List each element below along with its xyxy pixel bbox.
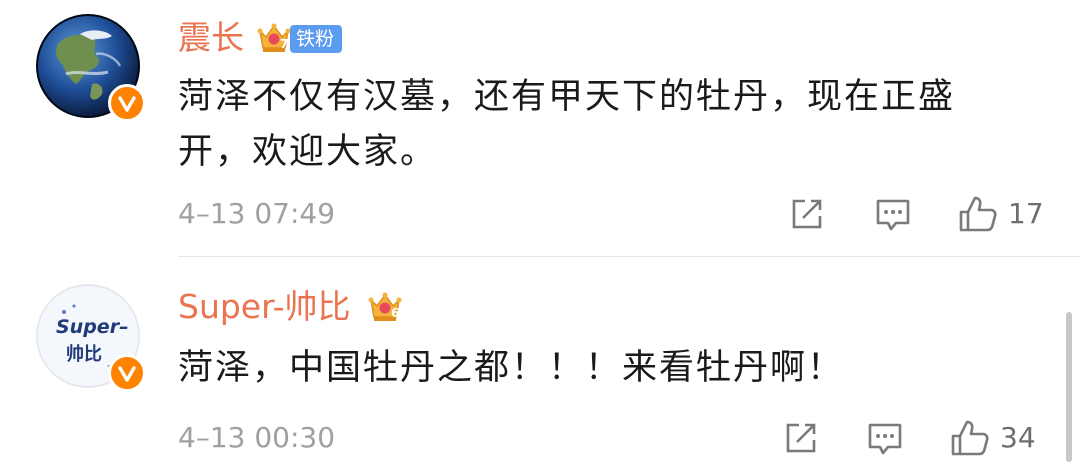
username[interactable]: 震长	[178, 18, 244, 58]
timestamp: 4–13 00:30	[178, 421, 336, 454]
share-icon	[786, 423, 816, 453]
crown-level-icon: 7	[256, 21, 292, 59]
crown-level: 6	[391, 306, 400, 320]
like-count: 34	[1000, 421, 1036, 454]
username[interactable]: Super-帅比	[178, 287, 350, 327]
like-button[interactable]: 34	[950, 419, 1036, 457]
like-button[interactable]: 17	[958, 195, 1044, 233]
crown-level-icon: 6	[367, 290, 403, 328]
reply-button[interactable]	[866, 421, 904, 457]
comment-icon	[868, 423, 902, 455]
comment-item: Super– 帅比 Super-帅比 6 菏泽，中国牡丹之都！！！来看牡丹啊！ …	[0, 257, 1080, 457]
avatar[interactable]	[36, 14, 146, 122]
comment-text: 菏泽，中国牡丹之都！！！来看牡丹啊！	[178, 348, 845, 388]
scrollbar[interactable]	[1066, 312, 1072, 462]
like-count: 17	[1008, 197, 1044, 230]
comment-icon	[876, 199, 910, 231]
comment-item: 震长 7 铁粉 菏泽不仅有汉墓，还有甲天下的牡丹，现在正盛 开，欢迎大家。 4–…	[0, 0, 1080, 256]
thumbs-up-icon	[959, 196, 997, 232]
share-button[interactable]	[789, 197, 825, 231]
verified-badge-icon	[108, 84, 146, 122]
fan-badge: 铁粉	[290, 25, 343, 53]
share-icon	[792, 199, 822, 229]
avatar[interactable]: Super– 帅比	[36, 284, 146, 392]
reply-button[interactable]	[874, 197, 912, 233]
comment-text: 菏泽不仅有汉墓，还有甲天下的牡丹，现在正盛 开，欢迎大家。	[178, 77, 956, 172]
crown-level: 7	[280, 37, 289, 51]
thumbs-up-icon	[951, 420, 989, 456]
timestamp: 4–13 07:49	[178, 197, 336, 230]
share-button[interactable]	[783, 421, 819, 455]
verified-badge-icon	[108, 354, 146, 392]
